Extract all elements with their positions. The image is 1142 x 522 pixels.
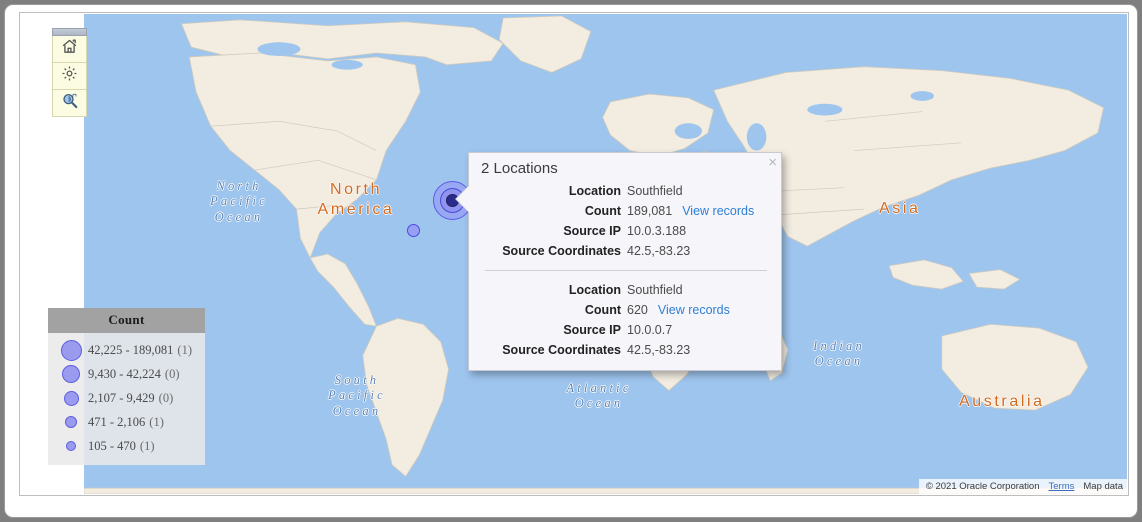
field-value: Southfield [627,184,683,198]
map-legend[interactable]: Count 42,225 - 189,081 (1) 9,430 - 42,22… [48,308,205,465]
field-value: 10.0.0.7 [627,323,673,337]
field-value: 10.0.3.188 [627,224,687,238]
legend-swatch-cell [54,365,88,383]
attribution-copyright: © 2021 Oracle Corporation [925,481,1040,492]
close-icon[interactable]: × [768,155,777,170]
legend-feature-count: (0) [158,390,174,405]
legend-swatch-cell [54,390,88,406]
field-label: Source Coordinates [502,244,621,258]
location-info-popup[interactable]: × 2 Locations Location Southfield Count … [456,152,782,371]
map-viewport: North Pacific Ocean South Pacific Ocean … [19,12,1129,496]
home-icon [61,38,78,60]
popup-field-count: Count 189,081 View records [469,201,767,221]
popup-pointer-tail [456,186,469,212]
legend-item[interactable]: 471 - 2,106 (1) [48,410,205,434]
legend-circle-icon [62,365,80,383]
field-label: Source Coordinates [502,343,621,357]
legend-body: 42,225 - 189,081 (1) 9,430 - 42,224 (0) … [48,333,205,465]
legend-range: 2,107 - 9,429 [88,390,155,405]
popup-field-source-ip: Source IP 10.0.3.188 [469,221,767,241]
legend-feature-count: (1) [139,438,155,453]
field-value: 620 [627,303,648,317]
home-button[interactable] [52,36,87,63]
legend-feature-count: (1) [177,342,192,357]
legend-range: 471 - 2,106 [88,414,146,429]
popup-record: Location Southfield Count 189,081 View r… [469,181,781,263]
toolbar-drag-handle[interactable] [52,28,87,36]
popup-field-source-coordinates: Source Coordinates 42.5,-83.23 [469,241,767,261]
popup-record-divider [485,270,767,271]
legend-swatch-cell [54,416,88,428]
field-label: Source IP [563,224,621,238]
popup-title: 2 Locations [481,160,558,177]
field-label: Location [568,283,621,297]
popup-field-source-ip: Source IP 10.0.0.7 [469,320,767,340]
field-label: Count [584,204,621,218]
legend-circle-icon [60,339,82,361]
popup-field-location: Location Southfield [469,280,767,300]
popup-field-count: Count 620 View records [469,300,767,320]
map-attribution-bar: © 2021 Oracle Corporation Terms Map data [918,479,1127,494]
legend-circle-icon [65,416,77,428]
map-marker-single[interactable] [407,224,420,237]
field-value: 189,081 [627,204,673,218]
legend-swatch-cell [54,441,88,451]
legend-feature-count: (0) [164,366,180,381]
legend-swatch-cell [54,339,88,361]
field-value: 42.5,-83.23 [627,244,691,258]
attribution-map-data: Map data [1083,481,1123,492]
legend-item[interactable]: 9,430 - 42,224 (0) [48,362,205,386]
application-window: North Pacific Ocean South Pacific Ocean … [4,4,1138,518]
legend-range: 9,430 - 42,224 [88,366,161,381]
legend-item[interactable]: 105 - 470 (1) [48,434,205,458]
legend-circle-icon [66,441,76,451]
field-label: Location [568,184,621,198]
settings-button[interactable] [52,63,87,90]
field-value: Southfield [627,283,683,297]
popup-field-source-coordinates: Source Coordinates 42.5,-83.23 [469,340,767,360]
view-records-link[interactable]: View records [682,204,754,218]
popup-record: Location Southfield Count 620 View recor… [469,280,781,370]
field-label: Count [584,303,621,317]
legend-feature-count: (1) [149,414,164,429]
legend-item[interactable]: 2,107 - 9,429 (0) [48,386,205,410]
view-records-link[interactable]: View records [658,303,730,317]
zoom-select-button[interactable] [52,90,87,117]
legend-circle-icon [63,390,79,406]
map-toolbar[interactable] [52,28,87,117]
legend-range: 105 - 470 [88,438,136,453]
attribution-terms-link[interactable]: Terms [1049,481,1075,492]
world-map[interactable]: North Pacific Ocean South Pacific Ocean … [84,14,1127,494]
legend-title: Count [48,308,205,333]
popup-field-location: Location Southfield [469,181,767,201]
legend-range: 42,225 - 189,081 [88,342,174,357]
legend-item[interactable]: 42,225 - 189,081 (1) [48,338,205,362]
field-value: 42.5,-83.23 [627,343,691,357]
field-label: Source IP [563,323,621,337]
gear-icon [61,65,78,87]
magnifier-icon [61,92,79,115]
